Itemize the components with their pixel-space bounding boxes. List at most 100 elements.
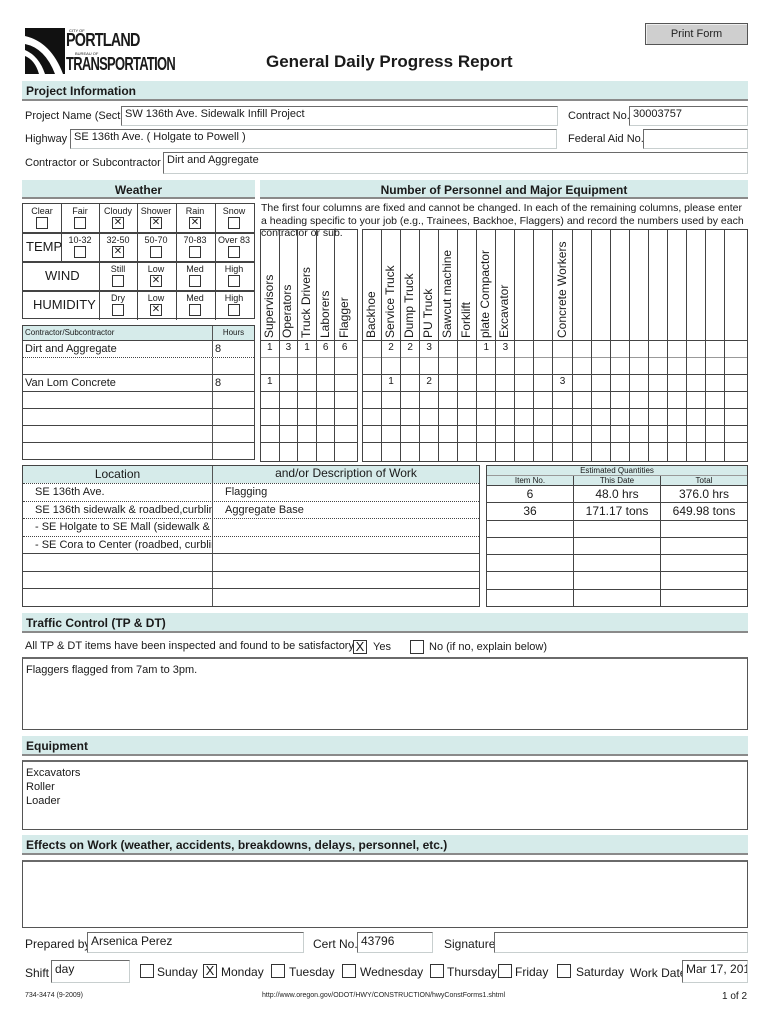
weather-clear-checkbox[interactable] xyxy=(36,217,48,229)
total-field[interactable]: 376.0 hrs xyxy=(661,486,747,502)
personnel-count-field[interactable] xyxy=(649,425,667,442)
wind-still-checkbox[interactable] xyxy=(112,275,124,287)
personnel-count-field[interactable] xyxy=(649,391,667,408)
personnel-count-field[interactable] xyxy=(534,408,552,425)
column-heading[interactable] xyxy=(573,230,591,340)
personnel-count-field[interactable] xyxy=(496,442,514,459)
personnel-count-field[interactable] xyxy=(630,391,648,408)
effects-notes-field[interactable] xyxy=(22,860,748,928)
contract-no-field[interactable]: 30003757 xyxy=(629,106,748,126)
day-friday-checkbox[interactable] xyxy=(498,964,512,978)
personnel-count-field[interactable] xyxy=(534,340,552,357)
personnel-count-field[interactable] xyxy=(554,357,572,374)
contractor-hours-field[interactable] xyxy=(213,358,254,374)
column-heading[interactable]: Operators xyxy=(280,230,298,340)
personnel-count-field[interactable] xyxy=(649,340,667,357)
personnel-count-field[interactable] xyxy=(573,391,591,408)
day-saturday-checkbox[interactable] xyxy=(557,964,571,978)
personnel-count-field[interactable] xyxy=(515,408,533,425)
personnel-count-field[interactable] xyxy=(630,374,648,391)
personnel-count-field[interactable] xyxy=(611,442,629,459)
contractor-hours-field[interactable] xyxy=(213,426,254,442)
personnel-count-field[interactable] xyxy=(439,391,457,408)
personnel-count-field[interactable] xyxy=(458,357,476,374)
personnel-count-field[interactable] xyxy=(298,442,316,459)
contractor-name-field[interactable] xyxy=(23,443,213,459)
shift-field[interactable]: day xyxy=(51,960,130,983)
personnel-count-field[interactable] xyxy=(458,442,476,459)
personnel-count-field[interactable]: 1 xyxy=(261,374,279,391)
personnel-count-field[interactable] xyxy=(611,357,629,374)
contractor-name-field[interactable] xyxy=(23,358,213,374)
personnel-count-field[interactable] xyxy=(477,425,495,442)
personnel-count-field[interactable] xyxy=(668,442,686,459)
personnel-count-field[interactable] xyxy=(477,408,495,425)
personnel-count-field[interactable] xyxy=(592,442,610,459)
personnel-count-field[interactable] xyxy=(458,408,476,425)
personnel-count-field[interactable]: 3 xyxy=(280,340,298,357)
personnel-count-field[interactable] xyxy=(687,425,705,442)
personnel-count-field[interactable] xyxy=(477,357,495,374)
column-heading[interactable]: plate Compactor xyxy=(477,230,495,340)
contractor-hours-field[interactable]: 8 xyxy=(213,341,254,357)
description-field[interactable] xyxy=(213,519,479,536)
personnel-count-field[interactable] xyxy=(477,442,495,459)
personnel-count-field[interactable] xyxy=(592,374,610,391)
signature-field[interactable] xyxy=(494,932,748,953)
personnel-count-field[interactable] xyxy=(592,408,610,425)
highway-field[interactable]: SE 136th Ave. ( Holgate to Powell ) xyxy=(70,129,557,149)
this-date-field[interactable]: 48.0 hrs xyxy=(574,486,661,503)
personnel-count-field[interactable] xyxy=(335,391,354,408)
personnel-count-field[interactable]: 2 xyxy=(382,340,400,357)
traffic-no-checkbox[interactable] xyxy=(410,640,424,654)
personnel-count-field[interactable] xyxy=(687,357,705,374)
humidity-med-checkbox[interactable] xyxy=(189,304,201,316)
personnel-count-field[interactable] xyxy=(261,442,279,459)
total-field[interactable] xyxy=(661,521,747,537)
personnel-count-field[interactable] xyxy=(592,391,610,408)
traffic-yes-checkbox[interactable]: X xyxy=(353,640,367,654)
personnel-count-field[interactable] xyxy=(458,340,476,357)
humidity-high-checkbox[interactable] xyxy=(228,304,240,316)
personnel-count-field[interactable] xyxy=(611,391,629,408)
personnel-count-field[interactable] xyxy=(458,374,476,391)
personnel-count-field[interactable] xyxy=(261,391,279,408)
contractor-name-field[interactable]: Dirt and Aggregate xyxy=(23,341,213,357)
personnel-count-field[interactable]: 6 xyxy=(335,340,354,357)
cert-no-field[interactable]: 43796 xyxy=(357,932,433,953)
personnel-count-field[interactable] xyxy=(439,442,457,459)
weather-shower-checkbox[interactable]: ✕ xyxy=(150,217,162,229)
personnel-count-field[interactable] xyxy=(630,408,648,425)
personnel-count-field[interactable] xyxy=(401,425,419,442)
personnel-count-field[interactable] xyxy=(515,340,533,357)
column-heading[interactable] xyxy=(592,230,610,340)
personnel-count-field[interactable] xyxy=(382,425,400,442)
personnel-count-field[interactable] xyxy=(317,357,335,374)
location-field[interactable] xyxy=(23,589,213,606)
personnel-count-field[interactable] xyxy=(317,425,335,442)
personnel-count-field[interactable] xyxy=(515,374,533,391)
description-field[interactable] xyxy=(213,554,479,571)
personnel-count-field[interactable] xyxy=(363,340,381,357)
column-heading[interactable] xyxy=(611,230,629,340)
column-heading[interactable]: Flagger xyxy=(335,230,354,340)
personnel-count-field[interactable] xyxy=(363,408,381,425)
personnel-count-field[interactable] xyxy=(439,374,457,391)
description-field[interactable]: Flagging xyxy=(213,484,479,501)
personnel-count-field[interactable] xyxy=(280,391,298,408)
personnel-count-field[interactable] xyxy=(382,391,400,408)
personnel-count-field[interactable] xyxy=(534,425,552,442)
personnel-count-field[interactable] xyxy=(401,442,419,459)
project-name-field[interactable]: SW 136th Ave. Sidewalk Infill Project xyxy=(121,106,558,126)
personnel-count-field[interactable] xyxy=(363,357,381,374)
personnel-count-field[interactable] xyxy=(706,425,724,442)
personnel-count-field[interactable] xyxy=(630,425,648,442)
personnel-count-field[interactable] xyxy=(420,408,438,425)
personnel-count-field[interactable] xyxy=(554,408,572,425)
personnel-count-field[interactable] xyxy=(725,425,744,442)
wind-high-checkbox[interactable] xyxy=(228,275,240,287)
personnel-count-field[interactable] xyxy=(725,442,744,459)
personnel-count-field[interactable] xyxy=(649,357,667,374)
personnel-count-field[interactable] xyxy=(298,374,316,391)
personnel-count-field[interactable] xyxy=(317,442,335,459)
